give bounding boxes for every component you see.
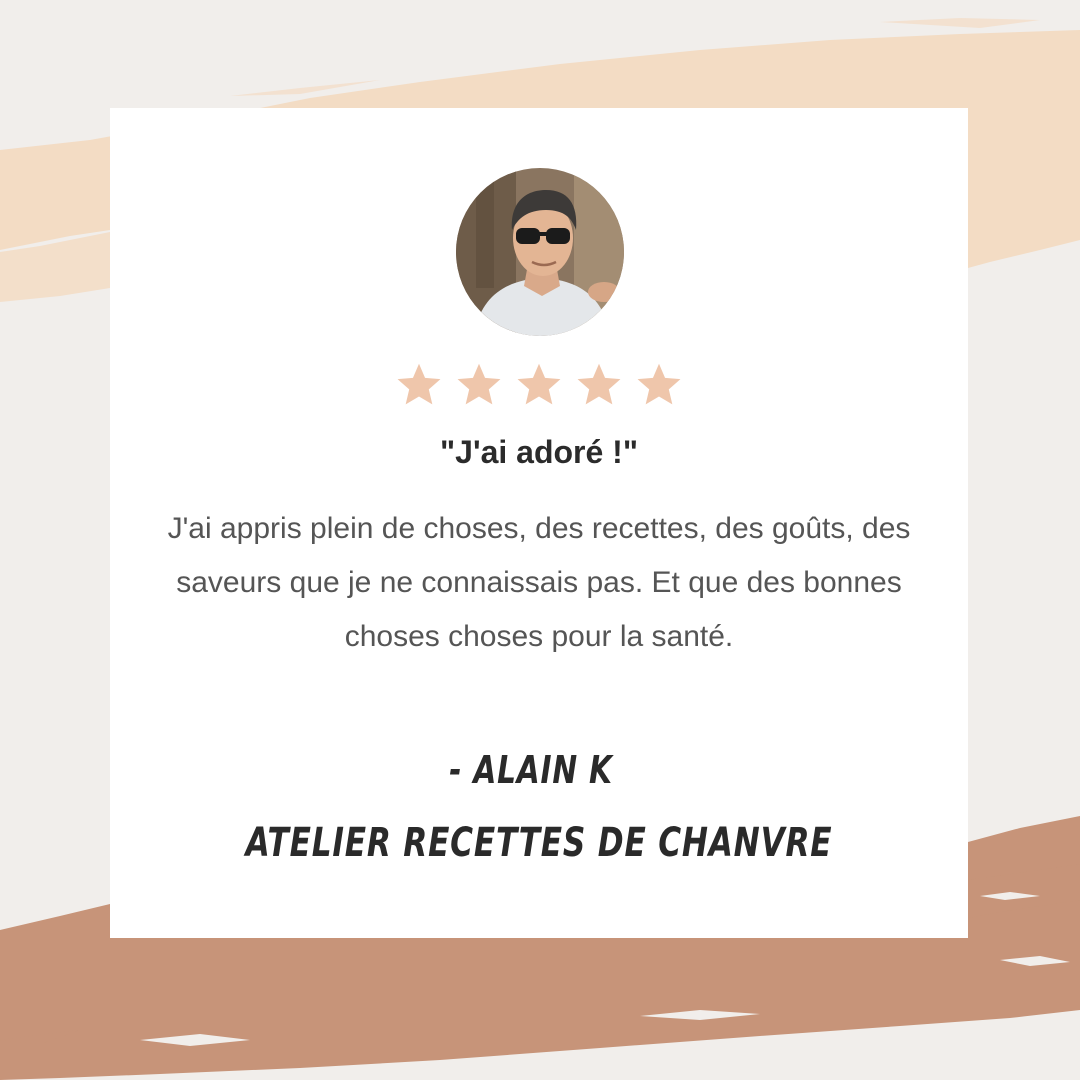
avatar	[456, 168, 624, 336]
testimonial-card: "J'ai adoré !" J'ai appris plein de chos…	[110, 108, 968, 938]
star-icon	[457, 363, 501, 405]
testimonial-body: J'ai appris plein de choses, des recette…	[167, 512, 911, 653]
star-icon	[397, 363, 441, 405]
workshop-name: ATELIER RECETTES DE CHANVRE	[245, 820, 833, 866]
testimonial-headline: "J'ai adoré !"	[439, 434, 638, 470]
star-icon	[637, 363, 681, 405]
star-rating	[110, 360, 968, 410]
person-photo-icon	[456, 168, 624, 336]
star-icon	[577, 363, 621, 405]
author-name: - ALAIN K	[449, 748, 613, 792]
star-icon	[517, 363, 561, 405]
